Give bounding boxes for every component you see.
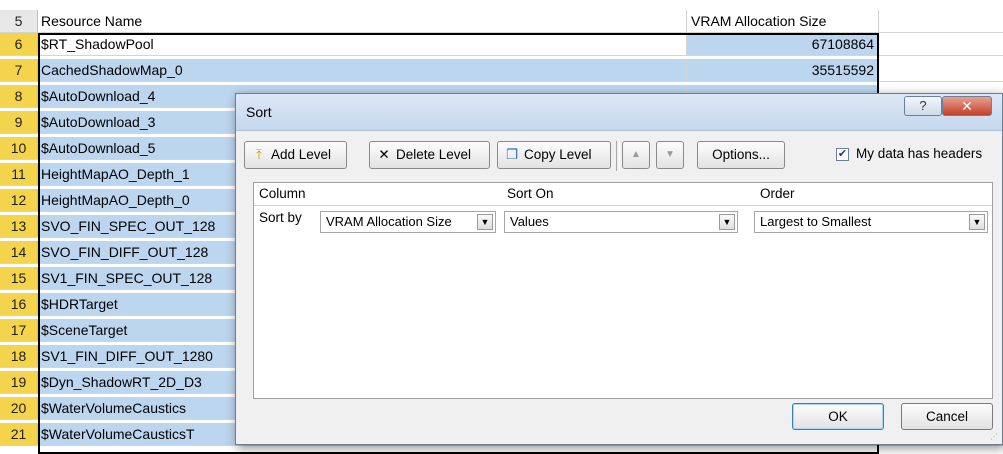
sort-by-label: Sort by xyxy=(259,210,302,225)
row-number[interactable]: 12 xyxy=(0,189,38,211)
row-number[interactable]: 17 xyxy=(0,319,38,341)
vram-size-cell[interactable]: 35515592 xyxy=(686,59,878,81)
sort-toolbar: ⤒ Add Level ✕ Delete Level ❐ Copy Level ▲ ▼… xyxy=(244,141,996,171)
sort-dialog: Sort ? ✕ ⤒ Add Level ✕ Delete Level ❐ Copy … xyxy=(235,93,1003,445)
move-up-button[interactable]: ▲ xyxy=(622,141,650,169)
sort-on-header: Sort On xyxy=(507,186,554,201)
header-cell-vram-size[interactable]: VRAM Allocation Size xyxy=(686,10,878,32)
help-button[interactable]: ? xyxy=(904,96,942,116)
column-select[interactable]: VRAM Allocation Size ▼ xyxy=(320,211,496,233)
chevron-down-icon[interactable]: ▼ xyxy=(477,214,493,230)
column-header: Column xyxy=(259,186,306,201)
grid-header: Column Sort On Order xyxy=(254,183,992,206)
headers-checkbox-label[interactable]: My data has headers xyxy=(856,146,982,161)
resource-name-cell[interactable]: CachedShadowMap_0 xyxy=(38,59,686,81)
row-number[interactable]: 6 xyxy=(0,33,38,55)
move-down-button[interactable]: ▼ xyxy=(656,141,684,169)
vram-size-cell[interactable]: 67108864 xyxy=(686,33,878,55)
dialog-titlebar[interactable]: Sort ? ✕ xyxy=(236,94,1002,131)
empty-cell[interactable] xyxy=(878,33,1003,55)
delete-level-label: Delete Level xyxy=(396,147,472,162)
row-number[interactable]: 16 xyxy=(0,293,38,315)
order-select-value: Largest to Smallest xyxy=(760,214,872,229)
copy-level-button[interactable]: ❐ Copy Level xyxy=(497,141,611,169)
chevron-down-icon[interactable]: ▼ xyxy=(719,214,735,230)
chevron-down-icon[interactable]: ▼ xyxy=(969,214,985,230)
order-select[interactable]: Largest to Smallest ▼ xyxy=(754,211,988,233)
ok-button[interactable]: OK xyxy=(792,403,884,430)
row-number[interactable]: 13 xyxy=(0,215,38,237)
resource-name-cell[interactable]: $RT_ShadowPool xyxy=(38,33,686,55)
headers-checkbox[interactable]: ✔ xyxy=(836,148,849,161)
add-level-button[interactable]: ⤒ Add Level xyxy=(244,141,347,169)
sort-level-row[interactable]: Sort by VRAM Allocation Size ▼ Values ▼ … xyxy=(254,206,992,238)
row-number[interactable]: 19 xyxy=(0,371,38,393)
table-row: 7 CachedShadowMap_0 35515592 xyxy=(0,59,1003,82)
row-number[interactable]: 8 xyxy=(0,85,38,107)
delete-icon: ✕ xyxy=(378,147,390,162)
row-number[interactable]: 10 xyxy=(0,137,38,159)
sort-on-select-value: Values xyxy=(510,214,549,229)
cancel-button[interactable]: Cancel xyxy=(901,403,993,430)
row-number[interactable]: 15 xyxy=(0,267,38,289)
column-select-value: VRAM Allocation Size xyxy=(326,214,452,229)
resize-grip-icon[interactable]: ⋰ xyxy=(990,432,1000,442)
row-number[interactable]: 21 xyxy=(0,423,38,445)
row-number[interactable]: 14 xyxy=(0,241,38,263)
empty-cell[interactable] xyxy=(878,10,1003,32)
empty-cell[interactable] xyxy=(878,59,1003,81)
row-number[interactable]: 18 xyxy=(0,345,38,367)
options-button[interactable]: Options... xyxy=(697,141,785,169)
row-number[interactable]: 7 xyxy=(0,59,38,81)
copy-level-label: Copy Level xyxy=(524,147,592,162)
dialog-title: Sort xyxy=(246,104,272,120)
sort-on-select[interactable]: Values ▼ xyxy=(504,211,738,233)
copy-icon: ❐ xyxy=(505,147,519,162)
close-button[interactable]: ✕ xyxy=(942,96,992,116)
row-number[interactable]: 9 xyxy=(0,111,38,133)
row-number[interactable]: 11 xyxy=(0,163,38,185)
add-level-icon: ⤒ xyxy=(256,147,262,162)
order-header: Order xyxy=(760,186,795,201)
row-number[interactable]: 20 xyxy=(0,397,38,419)
sort-levels-grid: Column Sort On Order Sort by VRAM Alloca… xyxy=(253,182,993,399)
toolbar-separator xyxy=(616,141,620,171)
row-number[interactable]: 5 xyxy=(0,10,38,32)
table-row: 6 $RT_ShadowPool 67108864 xyxy=(0,33,1003,56)
header-row: 5 Resource Name VRAM Allocation Size xyxy=(0,10,1003,33)
delete-level-button[interactable]: ✕ Delete Level xyxy=(369,141,490,169)
add-level-label: Add Level xyxy=(271,147,332,162)
header-cell-resource-name[interactable]: Resource Name xyxy=(38,10,686,32)
